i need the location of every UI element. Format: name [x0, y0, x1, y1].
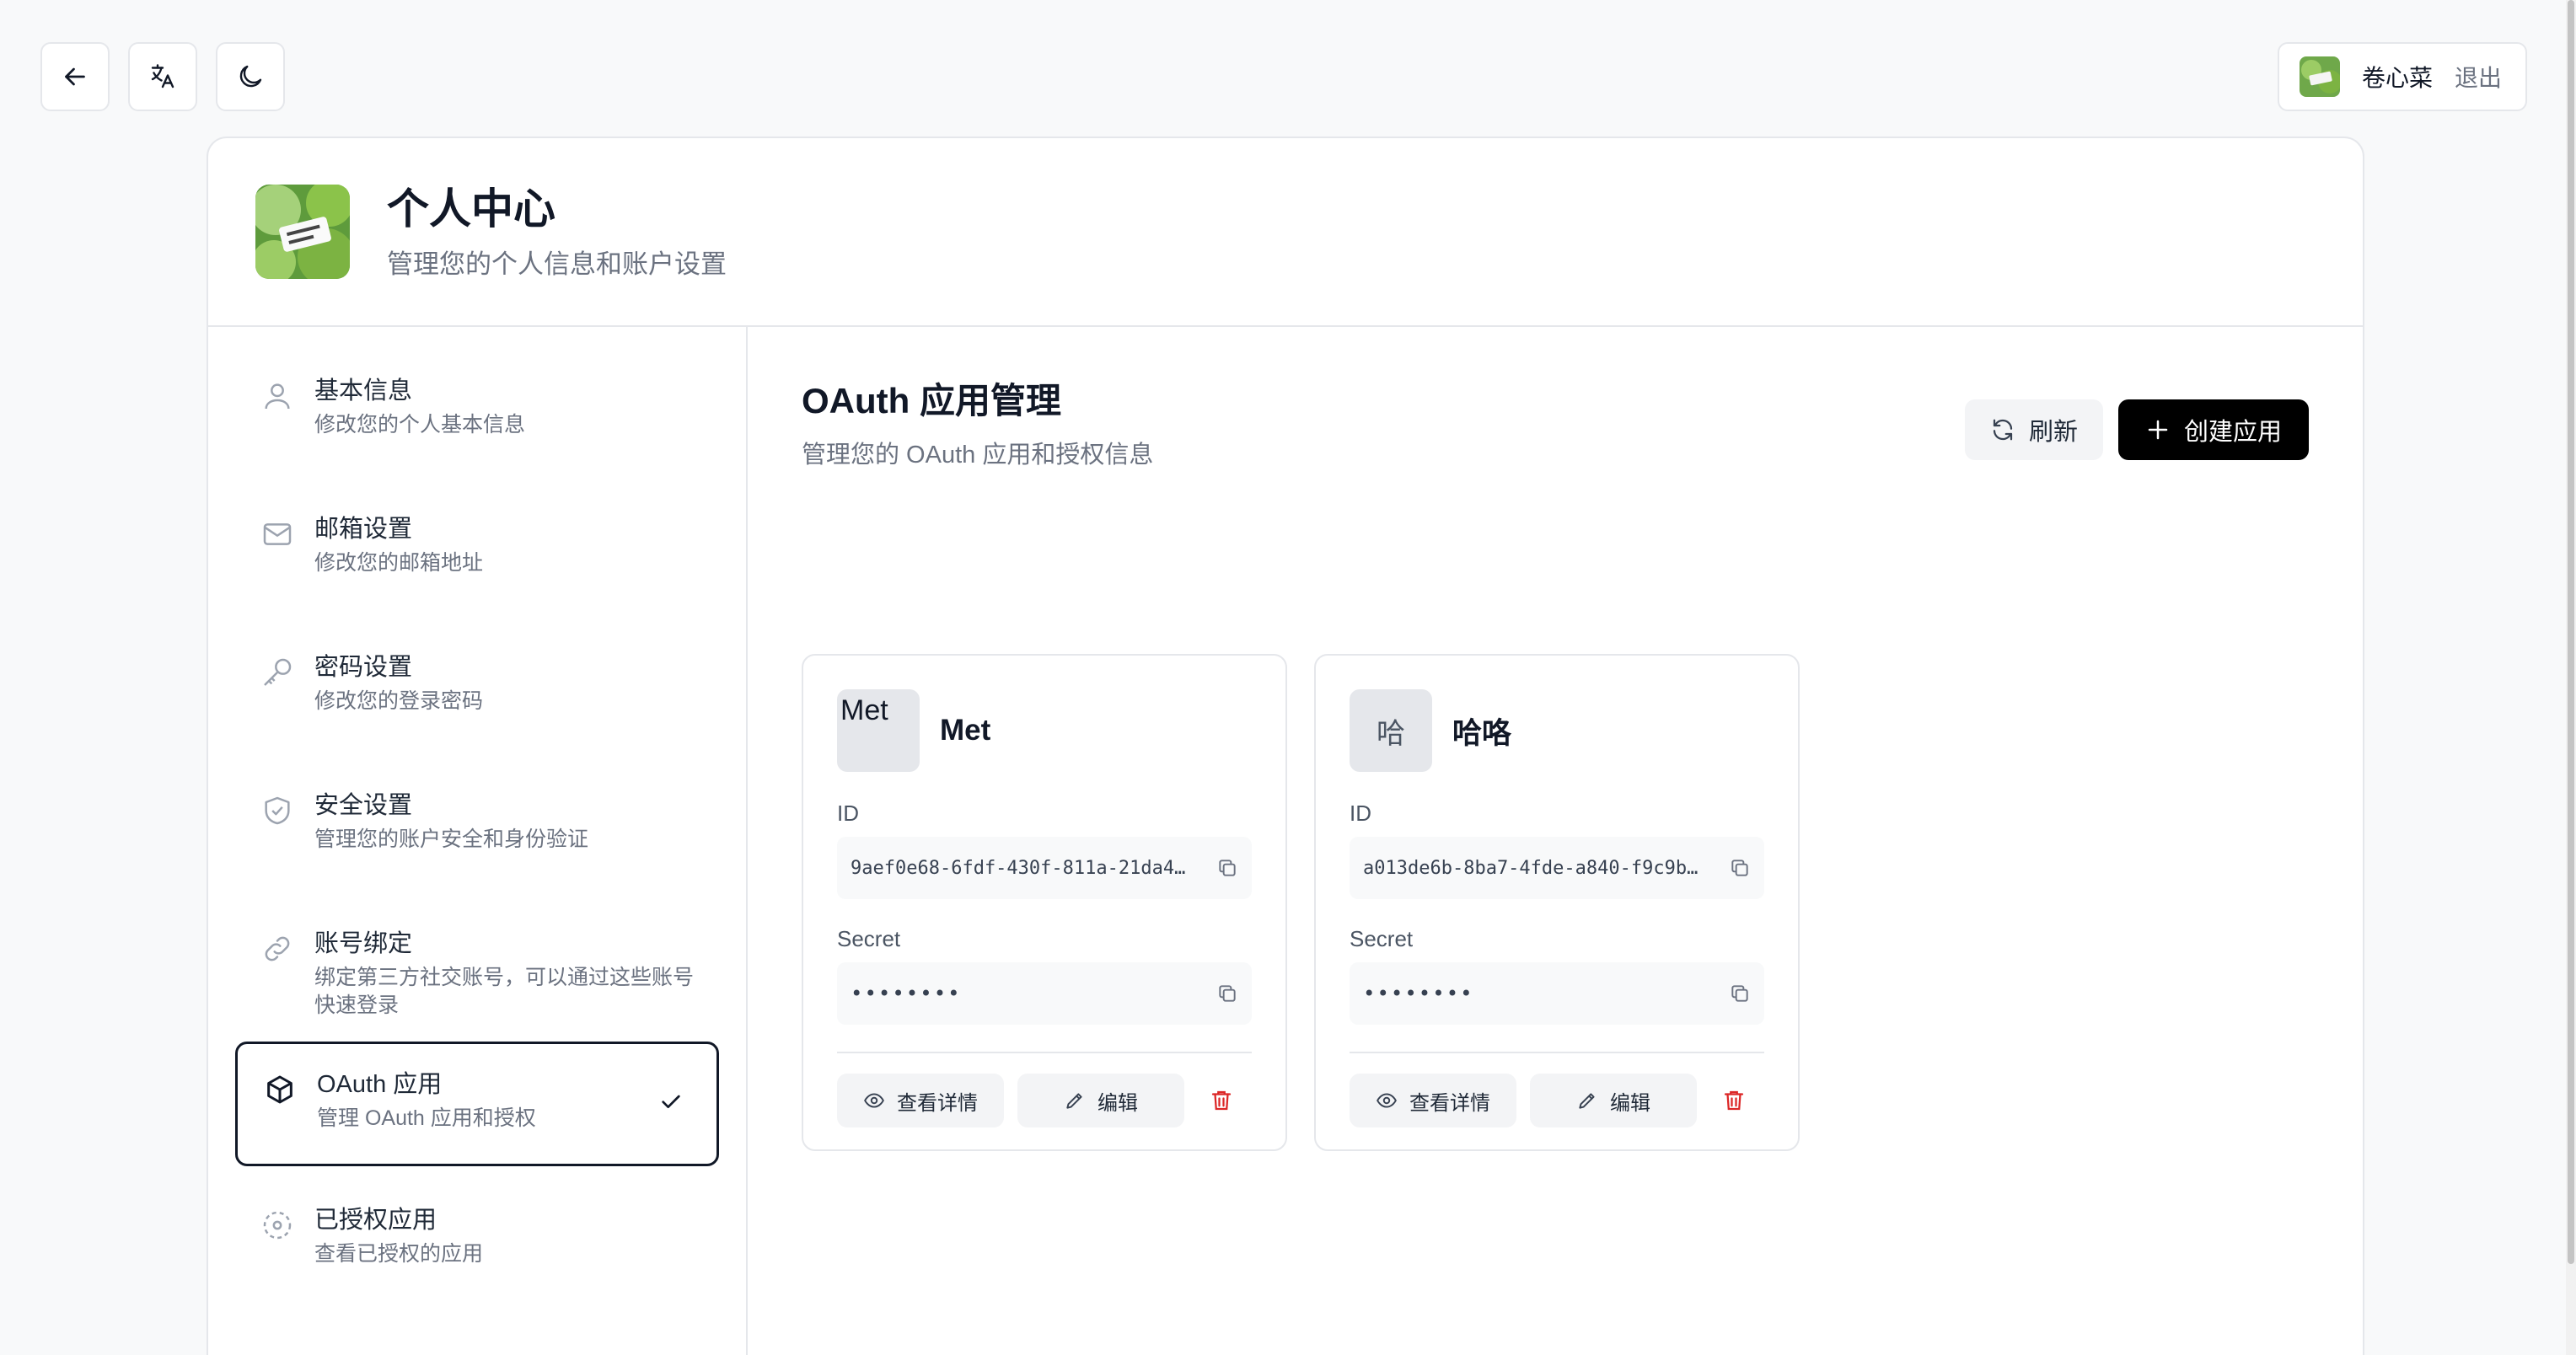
edit-button[interactable]: 编辑	[1530, 1074, 1697, 1127]
sidebar-item-label: 基本信息	[314, 378, 413, 404]
sidebar-item-label: 密码设置	[314, 654, 413, 681]
translate-icon	[151, 64, 174, 88]
link-icon	[260, 932, 294, 966]
user-avatar[interactable]	[2300, 56, 2340, 97]
app-logo: Met	[837, 689, 920, 772]
sidebar-item-desc: 绑定第三方社交账号，可以通过这些账号快速登录	[314, 966, 695, 1017]
pencil-icon	[1579, 1093, 1595, 1109]
sidebar-item-desc: 修改您的邮箱地址	[314, 551, 484, 575]
sidebar-item-label: 账号绑定	[314, 930, 413, 957]
app-name: 哈咯	[1452, 716, 1512, 750]
sidebar-item-security[interactable]: 安全设置 管理您的账户安全和身份验证	[235, 765, 719, 890]
scrollbar-thumb[interactable]	[2568, 0, 2574, 1264]
user-name: 卷心菜	[2362, 65, 2434, 91]
user-icon	[260, 379, 294, 413]
sidebar-item-password[interactable]: 密码设置 修改您的登录密码	[235, 627, 719, 752]
sidebar-item-label: 邮箱设置	[314, 516, 413, 543]
app-id-value: 9aef0e68-6fdf-430f-811a-21da4…	[851, 857, 1186, 879]
oauth-app-card: 哈 哈咯 ID a013de6b-8ba7-4fde-a840-f9c9b… S…	[1314, 654, 1800, 1151]
divider	[1350, 1052, 1764, 1053]
sidebar-item-label: OAuth 应用	[317, 1071, 443, 1098]
copy-icon[interactable]	[1216, 857, 1238, 879]
arrow-left-icon	[65, 67, 85, 86]
logout-link[interactable]: 退出	[2455, 60, 2502, 94]
create-app-button[interactable]: 创建应用	[2117, 399, 2309, 460]
app-name: Met	[940, 714, 991, 747]
sidebar-item-label: 安全设置	[314, 792, 413, 819]
create-app-label: 创建应用	[2183, 419, 2282, 446]
delete-button[interactable]	[1715, 1074, 1752, 1127]
app-secret-field: ••••••••	[1350, 962, 1764, 1025]
oauth-app-card: Met Met ID 9aef0e68-6fdf-430f-811a-21da4…	[802, 654, 1287, 1151]
divider	[837, 1052, 1252, 1053]
key-icon	[260, 656, 294, 689]
sidebar-item-label: 已授权应用	[314, 1207, 437, 1234]
refresh-label: 刷新	[2028, 419, 2078, 446]
view-details-button[interactable]: 查看详情	[837, 1074, 1004, 1127]
sidebar-item-desc: 查看已授权的应用	[314, 1242, 484, 1266]
user-menu: 卷心菜 退出	[2278, 42, 2527, 111]
app-id-field: a013de6b-8ba7-4fde-a840-f9c9b…	[1350, 837, 1764, 899]
sidebar-item-desc: 修改您的个人基本信息	[314, 413, 526, 436]
check-icon	[662, 1095, 680, 1108]
page-subtitle: 管理您的个人信息和账户设置	[387, 249, 727, 279]
refresh-button[interactable]: 刷新	[1964, 399, 2103, 460]
copy-icon[interactable]	[1216, 983, 1238, 1004]
sidebar-item-basic-info[interactable]: 基本信息 修改您的个人基本信息	[235, 351, 719, 475]
view-details-button[interactable]: 查看详情	[1350, 1074, 1516, 1127]
app-logo-initial: 哈	[1377, 717, 1405, 750]
settings-sidebar: 基本信息 修改您的个人基本信息 邮箱设置 修改您的邮箱地址 密码设置 修改您的登…	[208, 327, 748, 1355]
page-scrollbar[interactable]	[2566, 0, 2576, 1355]
box-icon	[263, 1073, 297, 1106]
sidebar-item-desc: 管理您的账户安全和身份验证	[314, 827, 589, 851]
app-id-label: ID	[837, 801, 859, 826]
edit-button[interactable]: 编辑	[1017, 1074, 1184, 1127]
shield-check-icon	[260, 794, 294, 827]
app-secret-field: ••••••••	[837, 962, 1252, 1025]
eye-icon	[864, 1093, 884, 1108]
trash-icon	[1211, 1090, 1232, 1111]
theme-toggle-button[interactable]	[216, 42, 285, 111]
sidebar-item-desc: 管理 OAuth 应用和授权	[317, 1106, 536, 1130]
plus-icon	[2148, 420, 2168, 440]
refresh-icon	[1993, 419, 2013, 441]
app-secret-label: Secret	[837, 926, 901, 951]
app-id-label: ID	[1350, 801, 1371, 826]
view-details-label: 查看详情	[1409, 1091, 1490, 1115]
copy-icon[interactable]	[1729, 857, 1751, 879]
page-title: 个人中心	[387, 185, 555, 233]
edit-label: 编辑	[1610, 1091, 1650, 1115]
app-logo-alt-text: Met	[840, 694, 888, 726]
edit-label: 编辑	[1097, 1091, 1138, 1115]
view-details-label: 查看详情	[897, 1091, 978, 1115]
scan-icon	[260, 1208, 294, 1242]
app-id-value: a013de6b-8ba7-4fde-a840-f9c9b…	[1363, 857, 1699, 879]
app-logo: 哈	[1350, 689, 1432, 772]
delete-button[interactable]	[1203, 1074, 1240, 1127]
eye-icon	[1377, 1093, 1397, 1108]
app-secret-label: Secret	[1350, 926, 1414, 951]
copy-icon[interactable]	[1729, 983, 1751, 1004]
pencil-icon	[1066, 1093, 1082, 1109]
sidebar-item-desc: 修改您的登录密码	[314, 689, 484, 713]
sidebar-item-authorized-apps[interactable]: 已授权应用 查看已授权的应用	[235, 1180, 719, 1304]
oauth-main-panel: OAuth 应用管理 管理您的 OAuth 应用和授权信息 刷新 创建应用 Me…	[748, 327, 2363, 1355]
trash-icon	[1724, 1090, 1744, 1111]
profile-header: 个人中心 管理您的个人信息和账户设置	[208, 138, 2363, 327]
language-button[interactable]	[128, 42, 197, 111]
mail-icon	[260, 517, 294, 551]
app-secret-value: ••••••••	[1363, 982, 1474, 1005]
sidebar-item-oauth-apps[interactable]: OAuth 应用 管理 OAuth 应用和授权	[235, 1042, 719, 1166]
app-id-field: 9aef0e68-6fdf-430f-811a-21da4…	[837, 837, 1252, 899]
sidebar-item-account-binding[interactable]: 账号绑定 绑定第三方社交账号，可以通过这些账号快速登录	[235, 903, 719, 1028]
oauth-app-list: Met Met ID 9aef0e68-6fdf-430f-811a-21da4…	[802, 654, 1800, 1151]
app-secret-value: ••••••••	[851, 982, 962, 1005]
profile-avatar	[255, 185, 350, 279]
sidebar-item-email[interactable]: 邮箱设置 修改您的邮箱地址	[235, 489, 719, 613]
back-button[interactable]	[40, 42, 110, 111]
moon-icon	[239, 65, 262, 88]
profile-card: 个人中心 管理您的个人信息和账户设置 基本信息 修改您的个人基本信息 邮箱设置 …	[207, 137, 2364, 1355]
